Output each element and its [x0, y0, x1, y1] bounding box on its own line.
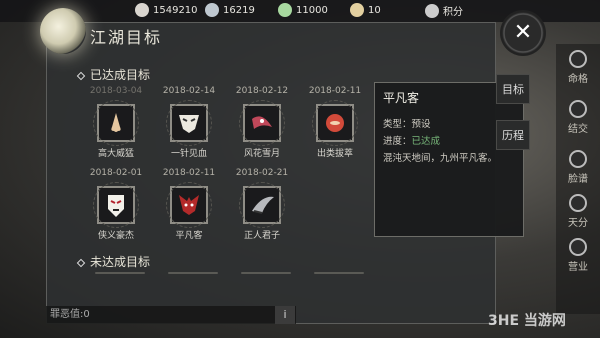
- achieved-section-title: 已达成目标: [76, 66, 150, 83]
- resource-scroll: 10: [350, 3, 381, 17]
- goal-name: 出类拔萃: [316, 149, 353, 159]
- business-icon: [569, 238, 587, 256]
- goal-badge: [239, 182, 285, 228]
- goal-item[interactable]: 2018-03-04 高大威猛: [80, 86, 152, 159]
- blade-icon: [252, 196, 274, 214]
- watermark: 3HE 当游网: [488, 313, 566, 329]
- mask-icon: [179, 115, 199, 133]
- info-icon: i: [283, 308, 287, 321]
- goal-name: 侠义豪杰: [97, 231, 134, 241]
- nav-label: 命格: [568, 74, 588, 85]
- goal-tooltip: 平凡客 类型：预设 进度：已达成 混沌天地间，九州平凡客。: [374, 82, 524, 237]
- goal-badge: [93, 182, 139, 228]
- goal-name: 风花雪月: [243, 149, 280, 159]
- tab-label: 目标: [502, 83, 524, 96]
- nav-item-tianfen[interactable]: 天分: [556, 194, 600, 229]
- resource-value: 16219: [223, 4, 255, 16]
- goal-date: 2018-02-01: [89, 168, 143, 178]
- sin-value-label: 罪恶值:0: [50, 309, 90, 320]
- nav-item-mingge[interactable]: 命格: [556, 50, 600, 85]
- tooltip-description: 混沌天地间，九州平凡客。: [383, 153, 498, 164]
- fate-icon: [569, 50, 587, 68]
- goal-date: 2018-02-12: [235, 86, 289, 96]
- close-icon: ✕: [513, 20, 533, 45]
- goal-date: 2018-02-11: [162, 168, 216, 178]
- resource-points[interactable]: 积分: [425, 3, 463, 18]
- goal-badge: [166, 182, 212, 228]
- divider: [241, 272, 291, 274]
- goal-badge: [166, 100, 212, 146]
- goal-item[interactable]: 2018-02-11 平凡客: [153, 168, 225, 241]
- not-achieved-section-title: 未达成目标: [76, 253, 150, 270]
- resource-value: 1549210: [153, 4, 198, 16]
- goal-item[interactable]: 2018-02-11 出类拔萃: [299, 86, 371, 159]
- nav-label: 结交: [568, 124, 588, 135]
- lips-icon: [326, 114, 344, 132]
- resource-coin: 1549210: [135, 3, 198, 17]
- tab-goals[interactable]: 目标: [496, 74, 530, 104]
- goal-date: 2018-03-04: [89, 86, 143, 96]
- scroll-icon: [350, 3, 364, 17]
- opera-mask-icon: [108, 195, 124, 217]
- diamond-icon: [76, 71, 86, 81]
- goal-date: 2018-02-14: [162, 86, 216, 96]
- goal-date: 2018-02-21: [235, 168, 289, 178]
- silver-icon: [205, 3, 219, 17]
- goal-name: 高大威猛: [97, 149, 134, 159]
- nav-item-jiejiao[interactable]: 结交: [556, 100, 600, 135]
- tab-history[interactable]: 历程: [496, 120, 530, 150]
- close-button[interactable]: ✕: [500, 10, 546, 56]
- nav-label: 营业: [568, 262, 588, 273]
- divider: [95, 272, 145, 274]
- resource-silver: 16219: [205, 3, 255, 17]
- resource-value: 10: [368, 4, 381, 16]
- goal-name: 一针见血: [170, 149, 207, 159]
- goal-name: 正人君子: [243, 231, 280, 241]
- eye-mask-icon: [252, 116, 272, 129]
- right-nav: 命格 结交 脸谱 天分 营业: [556, 44, 600, 314]
- goal-date: 2018-02-11: [308, 86, 362, 96]
- points-icon: [425, 3, 439, 18]
- resource-ticket: 11000: [278, 3, 328, 17]
- goal-item[interactable]: 2018-02-21 正人君子: [226, 168, 298, 241]
- resource-value: 积分: [443, 7, 463, 18]
- info-button[interactable]: i: [275, 306, 295, 324]
- goal-item[interactable]: 2018-02-01 侠义豪杰: [80, 168, 152, 241]
- divider: [314, 272, 364, 274]
- nav-label: 脸谱: [568, 174, 588, 185]
- goal-badge: [312, 100, 358, 146]
- fox-mask-icon: [179, 195, 199, 215]
- ticket-icon: [278, 3, 292, 17]
- moon-emblem: [40, 8, 86, 54]
- talent-icon: [569, 194, 587, 212]
- nose-icon: [111, 113, 121, 132]
- goal-name: 平凡客: [175, 231, 203, 241]
- nav-item-lianpu[interactable]: 脸谱: [556, 150, 600, 185]
- goal-badge: [93, 100, 139, 146]
- friends-icon: [569, 100, 587, 118]
- diamond-icon: [76, 258, 86, 268]
- tab-label: 历程: [502, 129, 524, 142]
- panel-title: 江湖目标: [90, 28, 163, 47]
- face-icon: [569, 150, 587, 168]
- goal-badge: [239, 100, 285, 146]
- progress-status: 已达成: [411, 136, 441, 147]
- nav-item-yingye[interactable]: 营业: [556, 238, 600, 273]
- sin-value-bar: 罪恶值:0: [46, 306, 296, 324]
- goal-item[interactable]: 2018-02-14 一针见血: [153, 86, 225, 159]
- divider: [168, 272, 218, 274]
- goal-item[interactable]: 2018-02-12 风花雪月: [226, 86, 298, 159]
- resource-value: 11000: [296, 4, 328, 16]
- coin-icon: [135, 3, 149, 17]
- nav-label: 天分: [568, 218, 588, 229]
